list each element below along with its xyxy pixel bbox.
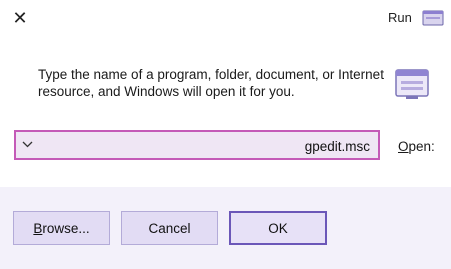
open-label-accel: O bbox=[398, 139, 409, 154]
open-combobox[interactable] bbox=[14, 130, 380, 160]
description-text: Type the name of a program, folder, docu… bbox=[38, 67, 384, 99]
browse-button-accel: B bbox=[33, 220, 43, 236]
run-dialog-icon bbox=[395, 69, 429, 99]
chevron-down-icon[interactable] bbox=[22, 139, 33, 151]
run-dialog: ✕ Run Type the name of a program, folder… bbox=[0, 0, 451, 269]
ok-button[interactable]: OK bbox=[229, 211, 327, 245]
title-bar: ✕ Run bbox=[0, 0, 451, 37]
run-app-icon bbox=[422, 10, 444, 26]
open-input[interactable] bbox=[50, 137, 370, 155]
close-button[interactable]: ✕ bbox=[0, 0, 40, 37]
browse-button-label: rowse... bbox=[42, 220, 90, 236]
ok-button-label: OK bbox=[268, 220, 288, 236]
open-label-text: pen: bbox=[408, 139, 435, 154]
open-label: Open: bbox=[398, 139, 435, 154]
window-title: Run bbox=[388, 10, 412, 25]
close-icon: ✕ bbox=[12, 8, 28, 28]
cancel-button[interactable]: Cancel bbox=[121, 211, 218, 245]
cancel-button-label: Cancel bbox=[148, 220, 191, 236]
browse-button[interactable]: Browse... bbox=[13, 211, 110, 245]
